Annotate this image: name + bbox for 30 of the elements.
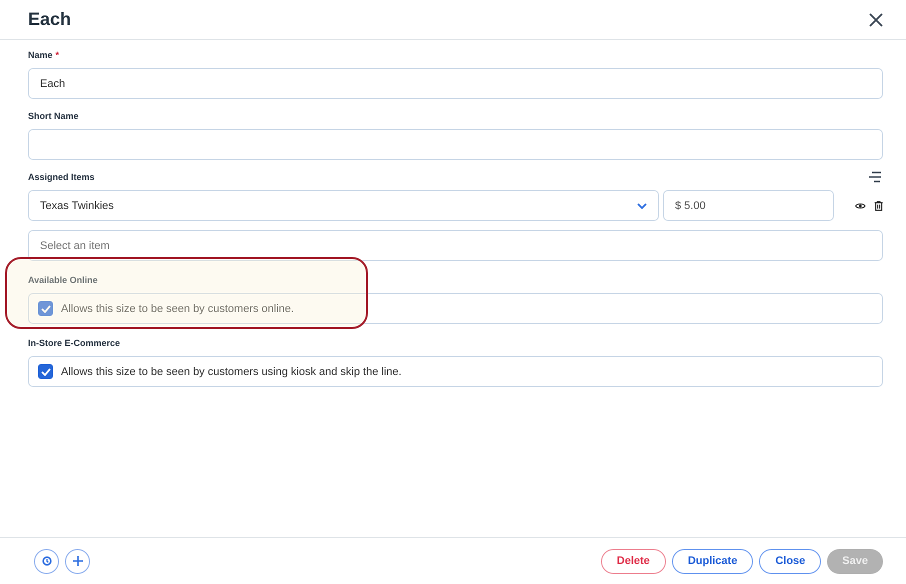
required-mark: *: [56, 50, 60, 60]
footer-button[interactable]: Close: [759, 548, 822, 574]
checkbox[interactable]: [38, 301, 53, 316]
chevron-down-icon: [637, 202, 647, 208]
check-icon: [40, 368, 50, 376]
checkbox-field[interactable]: Allows this size to be seen by customers using kiosk and skip the line.: [28, 356, 883, 387]
short-name-input[interactable]: [28, 129, 883, 160]
add-button[interactable]: [65, 548, 90, 574]
footer-button[interactable]: Duplicate: [672, 548, 754, 574]
field-label: In-Store E-Commerce: [28, 338, 120, 348]
price-input[interactable]: $ 5.00: [663, 190, 834, 221]
clock-icon: [42, 556, 52, 566]
check-icon: [40, 304, 50, 312]
checkbox-label: Allows this size to be seen by customers using kiosk and skip the line.: [61, 366, 402, 378]
field-label: Assigned Items: [28, 172, 95, 182]
name-input[interactable]: Each: [28, 68, 883, 99]
checkbox-label: Allows this size to be seen by customers online.: [61, 302, 294, 314]
dialog-title: Each: [28, 9, 72, 30]
field-label: Available Online: [28, 274, 98, 284]
checkbox-field[interactable]: Allows this size to be seen by customers online.: [28, 293, 883, 324]
history-button[interactable]: [34, 548, 59, 574]
sort-icon[interactable]: [868, 170, 882, 182]
item-select[interactable]: Texas Twinkies: [28, 190, 659, 221]
item-select-field[interactable]: Select an item: [28, 230, 883, 261]
footer-button[interactable]: Delete: [600, 548, 666, 574]
plus-icon: [72, 555, 84, 567]
field-label: Name: [28, 50, 53, 60]
checkbox[interactable]: [38, 364, 53, 379]
close-icon[interactable]: [868, 12, 884, 28]
field-label: Short Name: [28, 110, 79, 120]
